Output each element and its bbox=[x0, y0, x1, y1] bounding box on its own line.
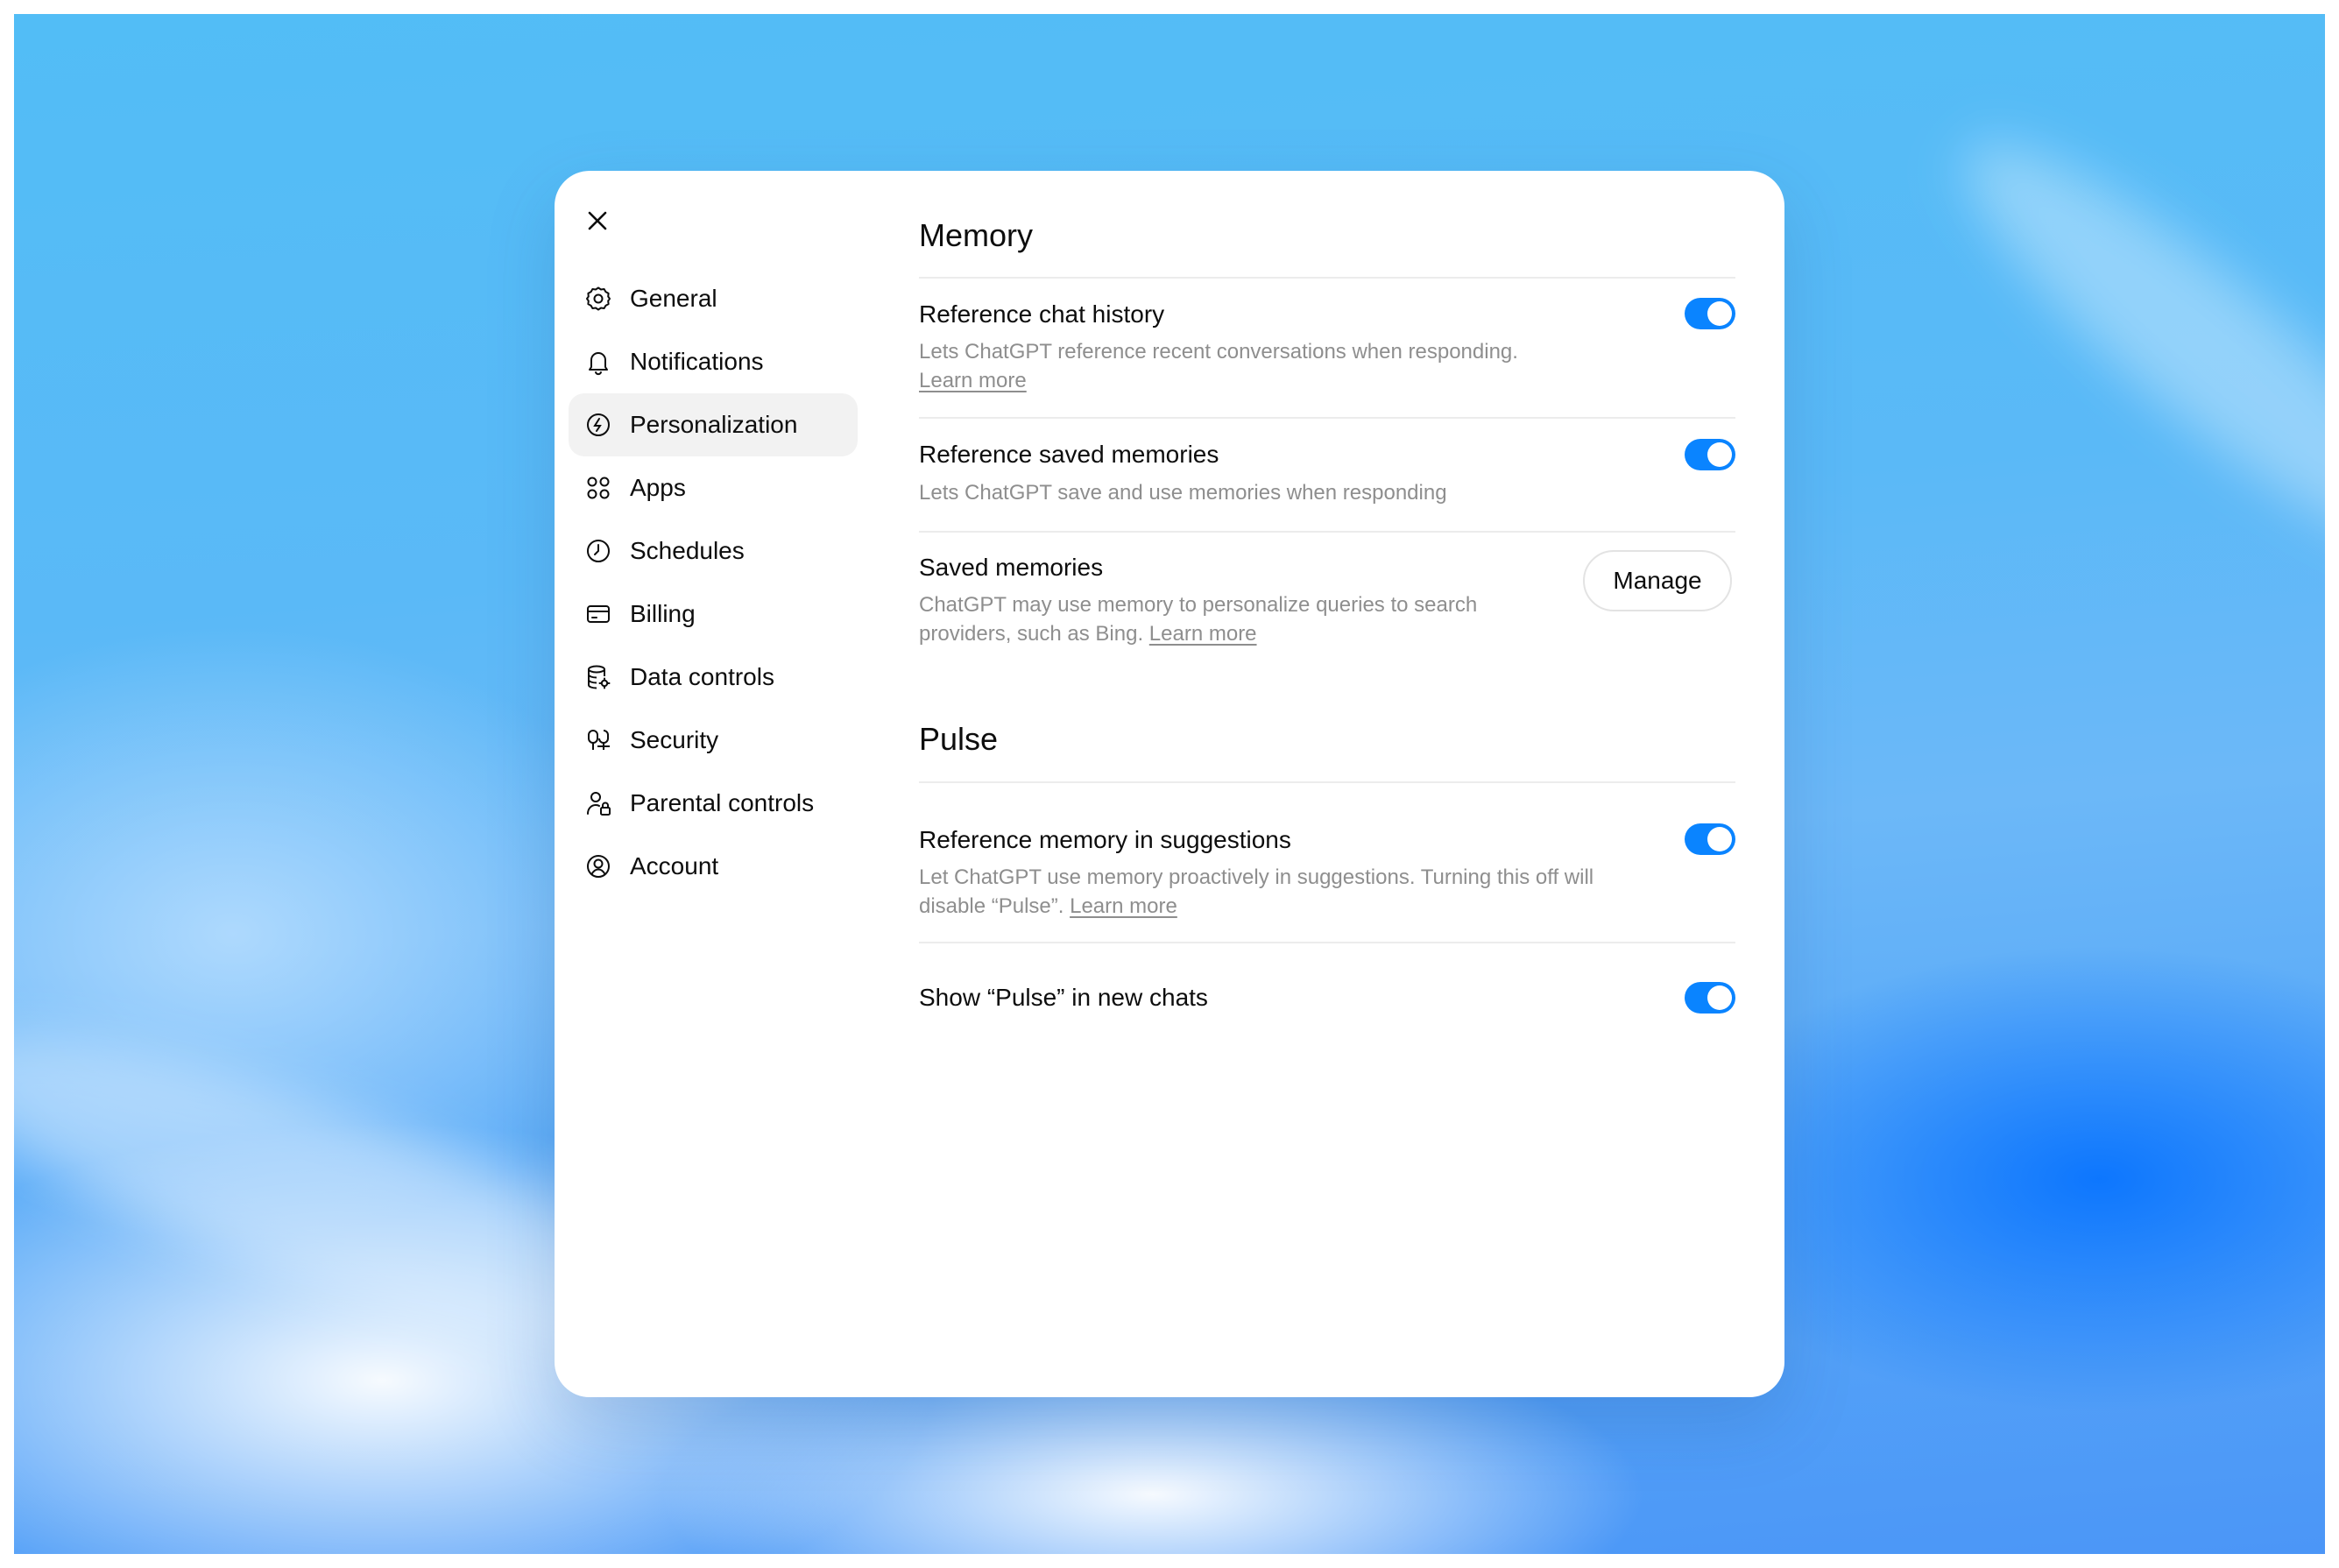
learn-more-link[interactable]: Learn more bbox=[1070, 894, 1177, 918]
saved-memories-description: ChatGPT may use memory to personalize qu… bbox=[919, 590, 1620, 648]
sidebar-item-parental-controls[interactable]: Parental controls bbox=[569, 772, 858, 835]
reference-memory-in-suggestions-title: Reference memory in suggestions bbox=[919, 826, 1291, 853]
background-light-streak bbox=[1924, 95, 2325, 598]
reference-chat-history-description: Lets ChatGPT reference recent conversati… bbox=[919, 337, 1620, 395]
sidebar-item-general[interactable]: General bbox=[569, 267, 858, 330]
saved-memories-title: Saved memories bbox=[919, 554, 1104, 581]
apps-grid-icon bbox=[584, 474, 612, 502]
show-pulse-title: Show “Pulse” in new chats bbox=[919, 984, 1208, 1011]
sidebar-item-label: Billing bbox=[630, 600, 696, 627]
sidebar-item-security[interactable]: Security bbox=[569, 709, 858, 772]
clock-icon bbox=[584, 537, 612, 565]
sidebar-item-label: Personalization bbox=[630, 411, 798, 438]
sidebar-item-label: Account bbox=[630, 852, 719, 879]
reference-memory-in-suggestions-description: Let ChatGPT use memory proactively in su… bbox=[919, 863, 1672, 921]
sidebar-item-label: Apps bbox=[630, 474, 686, 501]
section-title-memory: Memory bbox=[919, 217, 1034, 253]
description-text: providers, such as Bing. bbox=[919, 622, 1144, 646]
sidebar-item-apps[interactable]: Apps bbox=[569, 456, 858, 519]
learn-more-link[interactable]: Learn more bbox=[1149, 622, 1257, 646]
parent-lock-icon bbox=[584, 789, 612, 817]
toggle-knob bbox=[1707, 301, 1732, 326]
user-circle-icon bbox=[584, 852, 612, 880]
sidebar-item-notifications[interactable]: Notifications bbox=[569, 330, 858, 393]
database-icon bbox=[584, 663, 612, 691]
sidebar-item-billing[interactable]: Billing bbox=[569, 583, 858, 646]
sidebar-item-label: Security bbox=[630, 726, 719, 753]
sidebar-item-personalization[interactable]: Personalization bbox=[569, 393, 858, 456]
sidebar-item-label: Data controls bbox=[630, 663, 774, 690]
show-pulse-toggle[interactable] bbox=[1685, 982, 1735, 1014]
close-button[interactable] bbox=[580, 203, 615, 238]
sidebar-item-label: Notifications bbox=[630, 348, 764, 375]
toggle-knob bbox=[1707, 827, 1732, 851]
reference-chat-history-toggle[interactable] bbox=[1685, 298, 1735, 329]
reference-memory-in-suggestions-toggle[interactable] bbox=[1685, 823, 1735, 855]
description-text: disable “Pulse”. bbox=[919, 894, 1064, 918]
divider bbox=[919, 277, 1735, 279]
description-text: Let ChatGPT use memory proactively in su… bbox=[919, 865, 1594, 889]
credit-card-icon bbox=[584, 600, 612, 628]
learn-more-link[interactable]: Learn more bbox=[919, 369, 1027, 392]
settings-sidebar: General Notifications Personalization Ap… bbox=[569, 267, 858, 898]
shield-icon bbox=[584, 726, 612, 754]
sidebar-item-account[interactable]: Account bbox=[569, 835, 858, 898]
section-title-pulse: Pulse bbox=[919, 721, 999, 757]
reference-saved-memories-title: Reference saved memories bbox=[919, 441, 1219, 468]
bell-icon bbox=[584, 348, 612, 376]
toggle-knob bbox=[1707, 442, 1732, 467]
personalization-icon bbox=[584, 411, 612, 439]
sidebar-item-label: Parental controls bbox=[630, 789, 815, 816]
reference-saved-memories-description: Lets ChatGPT save and use memories when … bbox=[919, 481, 1447, 505]
description-text: ChatGPT may use memory to personalize qu… bbox=[919, 593, 1478, 617]
sidebar-item-data-controls[interactable]: Data controls bbox=[569, 646, 858, 709]
reference-saved-memories-toggle[interactable] bbox=[1685, 439, 1735, 470]
sidebar-item-label: Schedules bbox=[630, 537, 745, 564]
gear-icon bbox=[584, 285, 612, 313]
sidebar-item-label: General bbox=[630, 285, 717, 312]
divider bbox=[919, 417, 1735, 419]
close-icon bbox=[588, 211, 607, 230]
reference-chat-history-title: Reference chat history bbox=[919, 300, 1165, 328]
divider bbox=[919, 781, 1735, 783]
divider bbox=[919, 942, 1735, 943]
sidebar-item-schedules[interactable]: Schedules bbox=[569, 519, 858, 583]
toggle-knob bbox=[1707, 985, 1732, 1010]
description-text: Lets ChatGPT reference recent conversati… bbox=[919, 340, 1518, 364]
divider bbox=[919, 531, 1735, 533]
